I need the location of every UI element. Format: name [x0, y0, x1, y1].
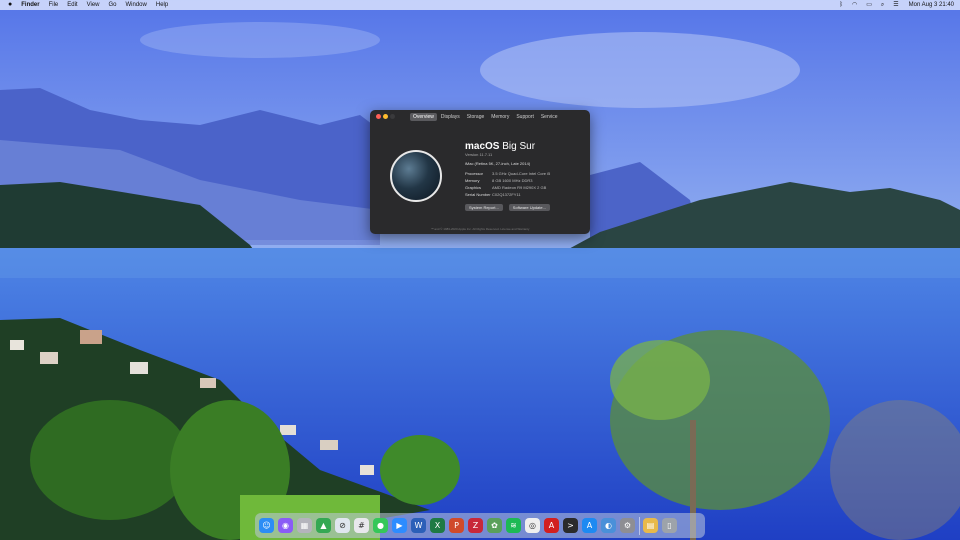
dock-separator — [639, 516, 640, 535]
about-this-mac-window: Overview Displays Storage Memory Support… — [370, 110, 590, 234]
menu-app-name[interactable]: Finder — [21, 0, 39, 10]
spec-value: 3.5 GHz Quad-Core Intel Core i5 — [492, 171, 551, 176]
terminal-icon[interactable]: > — [563, 518, 578, 533]
wifi-icon[interactable]: ◠ — [852, 0, 857, 10]
spec-label: Memory — [465, 178, 480, 183]
spec-list: Processor 3.5 GHz Quad-Core Intel Core i… — [465, 170, 550, 198]
model-name: iMac (Retina 5K, 27-inch, Late 2014) — [465, 161, 531, 166]
battery-icon[interactable]: ▭ — [866, 0, 872, 10]
app-store-icon[interactable]: A — [582, 518, 597, 533]
minimize-button[interactable] — [383, 114, 388, 119]
menu-edit[interactable]: Edit — [67, 0, 77, 10]
tab-overview[interactable]: Overview — [410, 113, 437, 121]
safari-icon[interactable]: ⊘ — [335, 518, 350, 533]
spec-value: 8 GB 1600 MHz DDR3 — [492, 178, 533, 183]
tab-memory[interactable]: Memory — [488, 113, 512, 121]
spec-label: Processor — [465, 171, 484, 176]
tab-storage[interactable]: Storage — [464, 113, 488, 121]
tab-bar: Overview Displays Storage Memory Support… — [410, 113, 562, 121]
copyright-text: ™ and © 1983-2020 Apple Inc. All Rights … — [430, 227, 530, 231]
zoom-button — [390, 114, 395, 119]
menu-clock[interactable]: Mon Aug 3 21:40 — [909, 2, 954, 8]
window-titlebar[interactable]: Overview Displays Storage Memory Support… — [370, 110, 590, 124]
acrobat-icon[interactable]: A — [544, 518, 559, 533]
screenflow-icon[interactable]: ◐ — [601, 518, 616, 533]
messages-icon[interactable]: ● — [373, 518, 388, 533]
tower-icon[interactable]: ◎ — [525, 518, 540, 533]
menu-file[interactable]: File — [49, 0, 59, 10]
zoom-icon[interactable]: ▶ — [392, 518, 407, 533]
spec-value: C02Q1372FY11 — [492, 192, 521, 197]
os-release: Big Sur — [502, 141, 536, 152]
spec-row-processor: Processor 3.5 GHz Quad-Core Intel Core i… — [465, 170, 550, 177]
trash-icon[interactable]: ▯ — [662, 518, 677, 533]
slack-icon[interactable]: # — [354, 518, 369, 533]
menu-help[interactable]: Help — [156, 0, 168, 10]
spec-row-memory: Memory 8 GB 1600 MHz DDR3 — [465, 177, 550, 184]
desktop-wallpaper — [0, 0, 960, 540]
tab-displays[interactable]: Displays — [438, 113, 463, 121]
system-report-button[interactable]: System Report... — [465, 204, 503, 211]
powerpoint-icon[interactable]: P — [449, 518, 464, 533]
menu-bar: ● Finder File Edit View Go Window Help ᛒ… — [0, 0, 960, 10]
siri-icon[interactable]: ◉ — [278, 518, 293, 533]
software-update-button[interactable]: Software Update... — [508, 204, 550, 211]
spec-label: Serial Number — [465, 192, 491, 197]
os-name: macOS — [465, 141, 500, 152]
bluetooth-icon[interactable]: ᛒ — [839, 0, 843, 10]
search-icon[interactable]: ⌕ — [881, 0, 884, 10]
close-button[interactable] — [376, 114, 381, 119]
launchpad-icon[interactable]: ▦ — [297, 518, 312, 533]
pdf-expert-icon[interactable]: Z — [468, 518, 483, 533]
menu-go[interactable]: Go — [109, 0, 117, 10]
spotify-icon[interactable]: ≋ — [506, 518, 521, 533]
os-title: macOS Big Sur — [465, 141, 535, 152]
spec-row-serial: Serial Number C02Q1372FY11 — [465, 191, 550, 198]
action-buttons: System Report... Software Update... — [465, 204, 556, 211]
spec-value: AMD Radeon R9 M290X 2 GB — [492, 185, 547, 190]
photo-app-icon[interactable]: ✿ — [487, 518, 502, 533]
excel-icon[interactable]: X — [430, 518, 445, 533]
tab-support[interactable]: Support — [513, 113, 537, 121]
finder-icon[interactable]: ☺ — [259, 518, 274, 533]
spec-label: Graphics — [465, 185, 482, 190]
macos-big-sur-logo — [390, 150, 442, 202]
tab-service[interactable]: Service — [538, 113, 561, 121]
settings-icon[interactable]: ⚙ — [620, 518, 635, 533]
menu-view[interactable]: View — [87, 0, 100, 10]
google-drive-icon[interactable]: ▲ — [316, 518, 331, 533]
word-icon[interactable]: W — [411, 518, 426, 533]
apple-logo-icon[interactable]: ● — [8, 0, 12, 10]
spec-row-graphics: Graphics AMD Radeon R9 M290X 2 GB — [465, 184, 550, 191]
os-version: Version 11.7.11 — [465, 152, 493, 157]
menu-window[interactable]: Window — [126, 0, 147, 10]
downloads-folder-icon[interactable]: ▤ — [643, 518, 658, 533]
dock: ☺ ◉ ▦ ▲ ⊘ # ● ▶ W X P Z ✿ ≋ ◎ A > A ◐ ⚙ ▤ ▯ — [255, 513, 705, 538]
control-center-icon[interactable]: ☰ — [893, 0, 898, 10]
